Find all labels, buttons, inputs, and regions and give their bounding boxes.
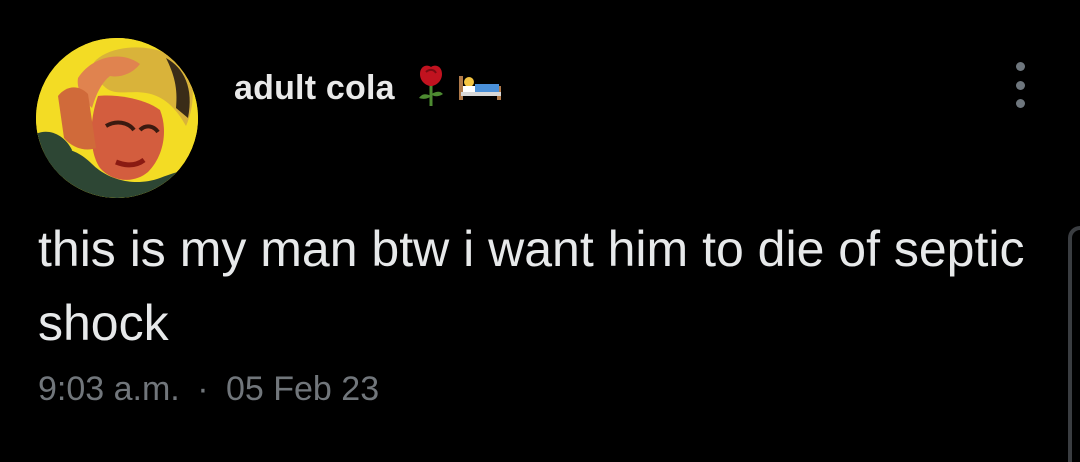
author-name-row[interactable]: adult cola: [234, 64, 503, 112]
avatar-comic-man-icon: [36, 38, 198, 198]
tweet-date: 05 Feb 23: [225, 370, 380, 408]
scroll-edge: [1068, 226, 1080, 462]
tweet-time: 9:03 a.m.: [38, 370, 180, 408]
meta-separator: ·: [197, 370, 209, 408]
more-vertical-icon-dot: [1015, 80, 1025, 90]
more-vertical-icon: [1015, 62, 1025, 71]
avatar[interactable]: [36, 38, 198, 198]
more-options-button[interactable]: [1008, 62, 1032, 108]
tweet-text: this is my man btw i want him to die of …: [38, 221, 1025, 351]
display-name[interactable]: adult cola: [234, 69, 395, 108]
bed-icon: [457, 70, 503, 107]
more-vertical-icon-dot: [1015, 99, 1025, 108]
rose-icon: [415, 64, 447, 113]
tweet-timestamp[interactable]: 9:03 a.m. · 05 Feb 23: [38, 370, 379, 409]
